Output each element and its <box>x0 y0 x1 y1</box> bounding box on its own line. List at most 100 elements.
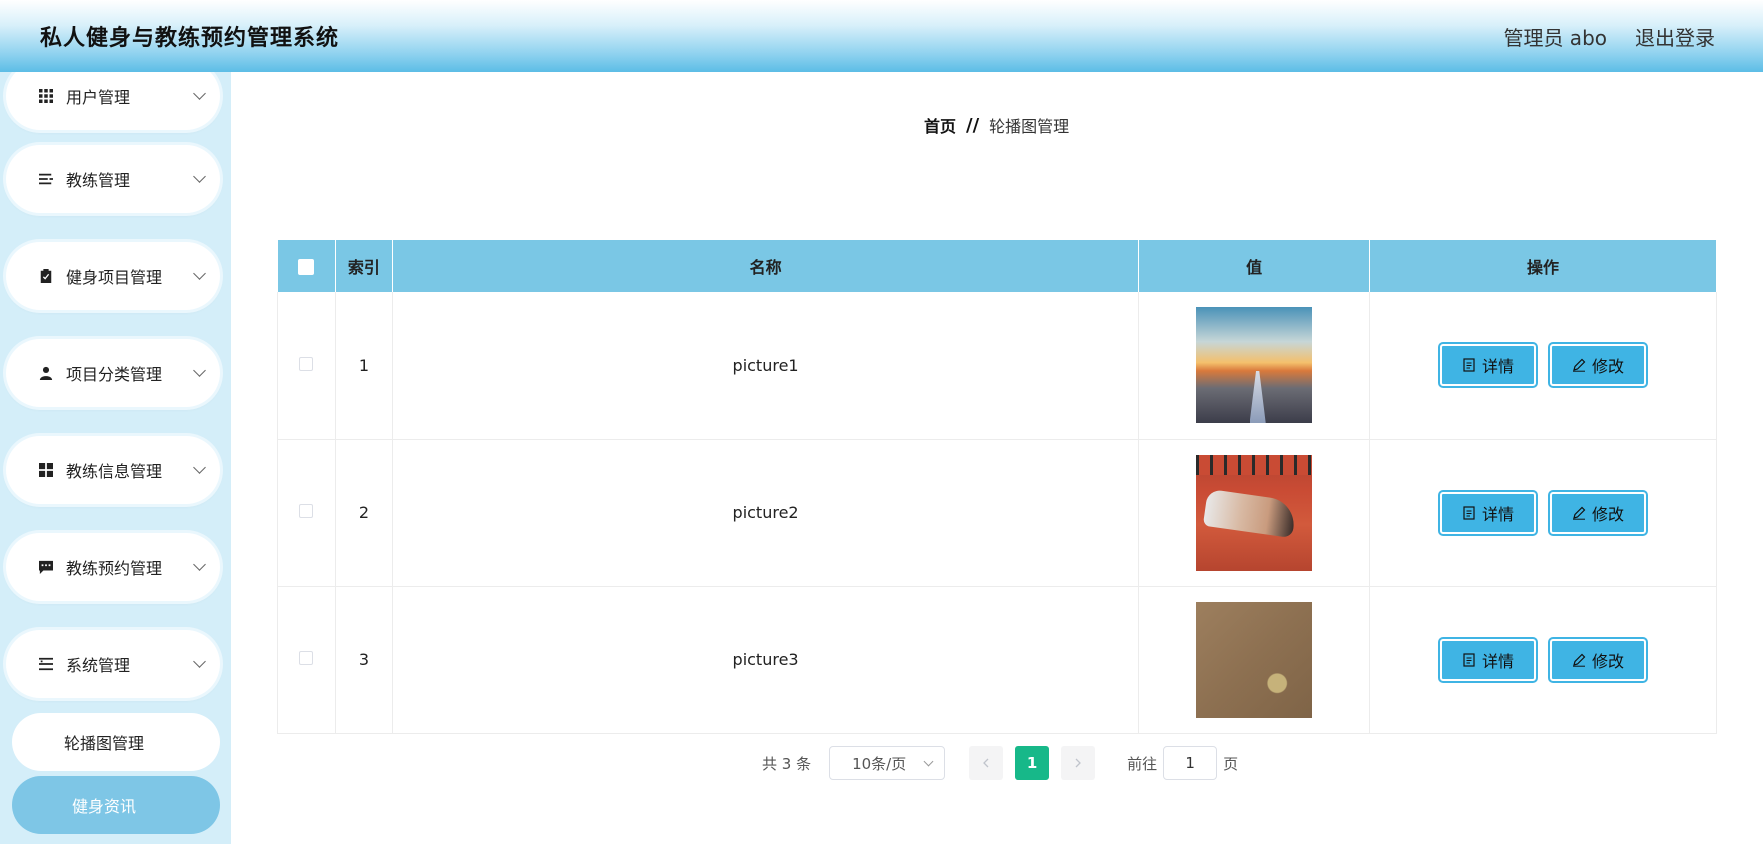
page-size-select[interactable]: 10条/页 <box>829 746 946 780</box>
next-page-button[interactable] <box>1061 746 1096 780</box>
row-name: picture1 <box>392 292 1140 440</box>
table-row: 3 picture3 详情 修改 <box>277 586 1717 734</box>
chevron-down-icon <box>193 364 206 377</box>
edit-button[interactable]: 修改 <box>1548 489 1649 536</box>
goto-label: 前往 <box>1127 754 1158 773</box>
carousel-table: 索引 名称 值 操作 1 picture1 详情 修改 2 picture2 详… <box>277 240 1717 734</box>
breadcrumb: 首页 // 轮播图管理 <box>924 113 1069 137</box>
document-icon <box>1463 358 1475 372</box>
sidebar-subitem-carousel[interactable]: 轮播图管理 <box>12 713 220 771</box>
thumbnail-image <box>1196 307 1313 424</box>
user-icon <box>38 365 54 381</box>
sidebar-item-label: 健身项目管理 <box>66 268 163 287</box>
thumbnail-image <box>1196 454 1313 571</box>
app-title: 私人健身与教练预约管理系统 <box>40 26 340 51</box>
row-index: 1 <box>335 292 393 440</box>
breadcrumb-home[interactable]: 首页 <box>924 113 956 137</box>
app-header: 私人健身与教练预约管理系统 管理员 abo 退出登录 <box>0 0 1763 72</box>
table-row: 2 picture2 详情 修改 <box>277 439 1717 587</box>
row-checkbox[interactable] <box>299 651 314 665</box>
user-label: 管理员 abo <box>1503 25 1607 50</box>
row-select-cell <box>277 586 336 734</box>
sidebar-item-label: 用户管理 <box>66 88 131 107</box>
row-name: picture3 <box>392 586 1140 734</box>
header-actions: 操作 <box>1369 240 1717 292</box>
table-row: 1 picture1 详情 修改 <box>277 292 1717 440</box>
chevron-down-icon <box>923 756 934 766</box>
header-select-all[interactable] <box>277 240 336 292</box>
detail-button-label: 详情 <box>1482 357 1515 377</box>
chevron-down-icon <box>193 461 206 474</box>
edit-icon <box>1573 653 1586 667</box>
logout-link[interactable]: 退出登录 <box>1635 22 1715 51</box>
prev-page-button[interactable] <box>969 746 1004 780</box>
row-checkbox[interactable] <box>299 504 314 518</box>
edit-button[interactable]: 修改 <box>1548 342 1649 389</box>
header-name: 名称 <box>392 240 1140 292</box>
row-value <box>1138 586 1371 734</box>
chevron-down-icon <box>193 87 206 100</box>
row-actions: 详情 修改 <box>1369 292 1717 440</box>
sidebar-item-coach-booking[interactable]: 教练预约管理 <box>6 533 220 601</box>
menu-icon <box>38 656 54 672</box>
header-value: 值 <box>1138 240 1371 292</box>
row-index: 3 <box>335 586 393 734</box>
edit-button-label: 修改 <box>1592 651 1625 671</box>
row-actions: 详情 修改 <box>1369 439 1717 587</box>
sidebar-item-label: 教练管理 <box>66 171 131 190</box>
sidebar-item-users[interactable]: 用户管理 <box>6 72 220 130</box>
select-all-checkbox[interactable] <box>298 259 315 275</box>
row-select-cell <box>277 439 336 587</box>
row-index: 2 <box>335 439 393 587</box>
chevron-left-icon <box>983 758 989 768</box>
row-name: picture2 <box>392 439 1140 587</box>
sidebar-item-label: 教练信息管理 <box>66 462 163 481</box>
breadcrumb-separator: // <box>966 114 980 136</box>
detail-button-label: 详情 <box>1482 504 1515 524</box>
document-icon <box>1463 505 1475 520</box>
edit-button-label: 修改 <box>1592 504 1625 524</box>
edit-icon <box>1573 506 1586 520</box>
sidebar-subitem-label: 健身资讯 <box>72 797 137 816</box>
chevron-down-icon <box>193 558 206 571</box>
sidebar: 用户管理 教练管理 健身项目管理 项目分类管理 教练信息管理 教练预约管理 系统… <box>0 72 231 844</box>
sidebar-item-label: 系统管理 <box>66 656 131 675</box>
clipboard-icon <box>38 268 54 284</box>
goto-page-input[interactable]: 1 <box>1163 746 1218 780</box>
detail-button-label: 详情 <box>1482 651 1515 671</box>
row-actions: 详情 修改 <box>1369 586 1717 734</box>
detail-button[interactable]: 详情 <box>1438 342 1539 389</box>
chevron-down-icon <box>193 267 206 280</box>
page-number-current[interactable]: 1 <box>1015 746 1050 780</box>
sidebar-item-label: 项目分类管理 <box>66 365 163 384</box>
detail-button[interactable]: 详情 <box>1438 636 1539 683</box>
row-select-cell <box>277 292 336 440</box>
pagination-total: 共 3 条 <box>762 754 812 773</box>
edit-button[interactable]: 修改 <box>1548 636 1649 683</box>
document-icon <box>1463 652 1475 667</box>
sidebar-subitem-label: 轮播图管理 <box>64 734 145 753</box>
sidebar-item-project-categories[interactable]: 项目分类管理 <box>6 339 220 407</box>
message-icon <box>38 559 54 575</box>
row-value <box>1138 439 1371 587</box>
chevron-down-icon <box>193 655 206 668</box>
goto-suffix: 页 <box>1223 754 1239 773</box>
chevron-right-icon <box>1075 758 1082 768</box>
row-value <box>1138 292 1371 440</box>
row-checkbox[interactable] <box>299 356 314 371</box>
thumbnail-image <box>1196 601 1313 718</box>
chevron-down-icon <box>193 170 206 183</box>
sidebar-subitem-fitness-news[interactable]: 健身资讯 <box>12 776 220 834</box>
detail-button[interactable]: 详情 <box>1438 489 1539 536</box>
page-size-value: 10条/页 <box>852 754 907 773</box>
edit-icon <box>1573 358 1586 372</box>
list-icon <box>38 171 54 187</box>
header-actions: 管理员 abo 退出登录 <box>1503 22 1715 51</box>
sidebar-item-fitness-projects[interactable]: 健身项目管理 <box>6 242 220 310</box>
sidebar-item-coaches[interactable]: 教练管理 <box>6 145 220 213</box>
sidebar-item-system[interactable]: 系统管理 <box>6 630 220 698</box>
header-index: 索引 <box>335 240 393 292</box>
sidebar-item-label: 教练预约管理 <box>66 559 163 578</box>
sidebar-item-coach-info[interactable]: 教练信息管理 <box>6 436 220 504</box>
breadcrumb-current: 轮播图管理 <box>989 117 1070 136</box>
